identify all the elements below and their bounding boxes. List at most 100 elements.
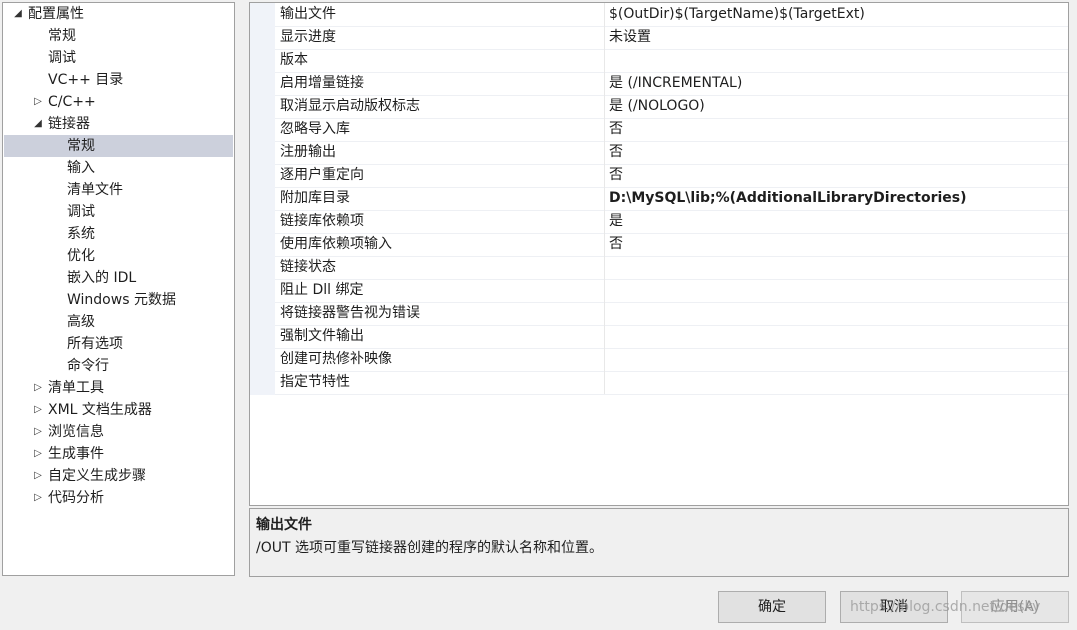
property-name: 链接状态	[280, 259, 336, 275]
property-name: 取消显示启动版权标志	[280, 98, 420, 114]
tree-item[interactable]: 嵌入的 IDL	[4, 267, 233, 289]
tree-item-label: 系统	[67, 226, 95, 242]
property-row[interactable]: 附加库目录 D:\MySQL\lib;%(AdditionalLibraryDir…	[275, 187, 1068, 211]
property-name: 忽略导入库	[280, 121, 350, 137]
tree-item[interactable]: ▷ 生成事件	[4, 443, 233, 465]
property-row[interactable]: 链接库依赖项 是	[275, 210, 1068, 234]
property-row[interactable]: 指定节特性	[275, 371, 1068, 395]
property-value[interactable]: 是 (/NOLOGO)	[609, 95, 705, 118]
tree-item-label: 代码分析	[48, 490, 104, 506]
tree-item[interactable]: ▷ 浏览信息	[4, 421, 233, 443]
tree-item-label: 链接器	[48, 116, 90, 132]
tree-item[interactable]: 清单文件	[4, 179, 233, 201]
property-name: 强制文件输出	[280, 328, 364, 344]
column-separator	[604, 26, 605, 49]
property-value[interactable]: 是	[609, 210, 623, 233]
property-name: 指定节特性	[280, 374, 350, 390]
property-value[interactable]: 否	[609, 233, 623, 256]
tree-item-label: C/C++	[48, 94, 96, 110]
collapsed-arrow-icon[interactable]: ▷	[32, 487, 44, 509]
tree-item-label: 调试	[48, 50, 76, 66]
property-row[interactable]: 显示进度 未设置	[275, 26, 1068, 50]
property-row[interactable]: 使用库依赖项输入 否	[275, 233, 1068, 257]
property-value[interactable]: 是 (/INCREMENTAL)	[609, 72, 742, 95]
tree-item-label: XML 文档生成器	[48, 402, 152, 418]
property-value[interactable]: 否	[609, 141, 623, 164]
tree-item[interactable]: 优化	[4, 245, 233, 267]
tree-item-label: 调试	[67, 204, 95, 220]
tree-item[interactable]: Windows 元数据	[4, 289, 233, 311]
tree-item[interactable]: 高级	[4, 311, 233, 333]
property-name: 将链接器警告视为错误	[280, 305, 420, 321]
tree-item[interactable]: ▷ 自定义生成步骤	[4, 465, 233, 487]
tree-item[interactable]: ▷ XML 文档生成器	[4, 399, 233, 421]
collapsed-arrow-icon[interactable]: ▷	[32, 399, 44, 421]
property-value[interactable]: D:\MySQL\lib;%(AdditionalLibraryDirector…	[609, 187, 967, 210]
tree-item[interactable]: 调试	[4, 47, 233, 69]
tree-item-label: 生成事件	[48, 446, 104, 462]
property-row[interactable]: 版本	[275, 49, 1068, 73]
column-separator	[604, 141, 605, 164]
description-title: 输出文件	[256, 517, 312, 533]
tree-item-label: 自定义生成步骤	[48, 468, 146, 484]
tree-item[interactable]: 所有选项	[4, 333, 233, 355]
property-name: 逐用户重定向	[280, 167, 364, 183]
property-value[interactable]: $(OutDir)$(TargetName)$(TargetExt)	[609, 3, 865, 26]
property-row[interactable]: 链接状态	[275, 256, 1068, 280]
property-row[interactable]: 取消显示启动版权标志 是 (/NOLOGO)	[275, 95, 1068, 119]
tree-item-label: 高级	[67, 314, 95, 330]
tree-item[interactable]: 输入	[4, 157, 233, 179]
property-name: 注册输出	[280, 144, 336, 160]
property-row[interactable]: 阻止 Dll 绑定	[275, 279, 1068, 303]
property-grid[interactable]: 输出文件 $(OutDir)$(TargetName)$(TargetExt) 显示…	[249, 2, 1069, 506]
apply-button[interactable]: 应用(A)	[961, 591, 1069, 623]
property-row[interactable]: 创建可热修补映像	[275, 348, 1068, 372]
tree-item[interactable]: ▷ 清单工具	[4, 377, 233, 399]
tree-item[interactable]: 调试	[4, 201, 233, 223]
description-text: /OUT 选项可重写链接器创建的程序的默认名称和位置。	[256, 540, 603, 556]
property-name: 版本	[280, 52, 308, 68]
column-separator	[604, 279, 605, 302]
cancel-button[interactable]: 取消	[840, 591, 948, 623]
expanded-arrow-icon[interactable]: ◢	[12, 3, 24, 25]
column-separator	[604, 95, 605, 118]
column-separator	[604, 3, 605, 26]
property-row[interactable]: 将链接器警告视为错误	[275, 302, 1068, 326]
collapsed-arrow-icon[interactable]: ▷	[32, 465, 44, 487]
tree-item-label: 清单工具	[48, 380, 104, 396]
collapsed-arrow-icon[interactable]: ▷	[32, 443, 44, 465]
tree-item[interactable]: 系统	[4, 223, 233, 245]
ok-button[interactable]: 确定	[718, 591, 826, 623]
tree-item-label: 命令行	[67, 358, 109, 374]
tree-item[interactable]: ▷ 代码分析	[4, 487, 233, 509]
property-tree[interactable]: ◢ 配置属性 常规 调试 VC++ 目录 ▷ C/C++ ◢ 链接器 常规 输入 清单文件 调试 系统 优化…	[2, 2, 235, 576]
property-row[interactable]: 注册输出 否	[275, 141, 1068, 165]
collapsed-arrow-icon[interactable]: ▷	[32, 421, 44, 443]
tree-item-label: 输入	[67, 160, 95, 176]
tree-item-label: 所有选项	[67, 336, 123, 352]
tree-item[interactable]: ▷ C/C++	[4, 91, 233, 113]
tree-item-label: 清单文件	[67, 182, 123, 198]
collapsed-arrow-icon[interactable]: ▷	[32, 377, 44, 399]
property-row[interactable]: 强制文件输出	[275, 325, 1068, 349]
tree-item[interactable]: VC++ 目录	[4, 69, 233, 91]
tree-item-label: 优化	[67, 248, 95, 264]
property-row[interactable]: 启用增量链接 是 (/INCREMENTAL)	[275, 72, 1068, 96]
column-separator	[604, 49, 605, 72]
tree-item[interactable]: 命令行	[4, 355, 233, 377]
column-separator	[604, 325, 605, 348]
property-value[interactable]: 否	[609, 164, 623, 187]
property-name: 启用增量链接	[280, 75, 364, 91]
column-separator	[604, 256, 605, 279]
property-value[interactable]: 未设置	[609, 26, 651, 49]
property-row[interactable]: 输出文件 $(OutDir)$(TargetName)$(TargetExt)	[275, 3, 1068, 27]
property-value[interactable]: 否	[609, 118, 623, 141]
tree-item[interactable]: 常规	[4, 135, 233, 157]
property-row[interactable]: 忽略导入库 否	[275, 118, 1068, 142]
expanded-arrow-icon[interactable]: ◢	[32, 113, 44, 135]
tree-item[interactable]: ◢ 链接器	[4, 113, 233, 135]
collapsed-arrow-icon[interactable]: ▷	[32, 91, 44, 113]
tree-item[interactable]: 常规	[4, 25, 233, 47]
tree-item[interactable]: ◢ 配置属性	[4, 3, 233, 25]
property-row[interactable]: 逐用户重定向 否	[275, 164, 1068, 188]
